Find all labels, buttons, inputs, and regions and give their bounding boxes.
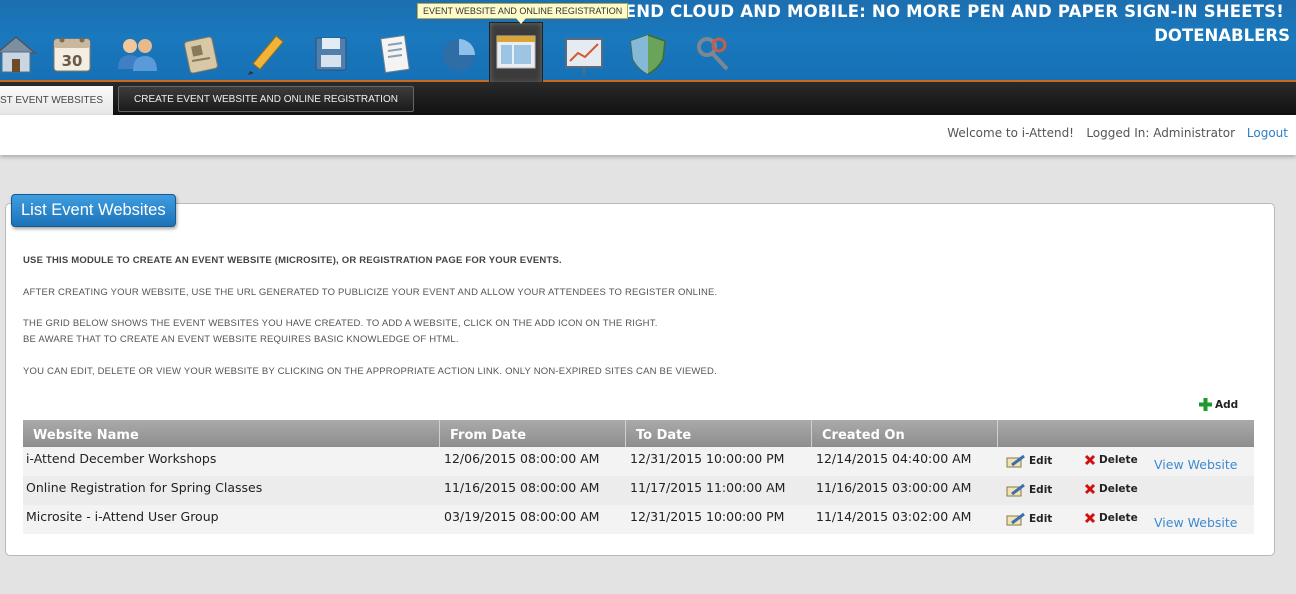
calendar-day-text: 30 — [62, 52, 83, 70]
to-date-cell: 11/17/2015 11:00:00 AM — [630, 480, 786, 495]
instruction-text: USE THIS MODULE TO CREATE AN EVENT WEBSI… — [23, 255, 562, 266]
logout-link[interactable]: Logout — [1247, 126, 1288, 140]
to-date-cell: 12/31/2015 10:00:00 PM — [630, 451, 785, 466]
document-icon[interactable] — [369, 30, 421, 78]
delete-label: Delete — [1099, 512, 1138, 524]
actions-cell: Edit Delete — [998, 476, 1254, 505]
users-icon[interactable] — [111, 30, 163, 78]
edit-label: Edit — [1029, 484, 1053, 496]
logged-in-text: Logged In: Administrator — [1086, 126, 1235, 140]
instruction-text: BE AWARE THAT TO CREATE AN EVENT WEBSITE… — [23, 334, 459, 345]
presentation-board-icon[interactable] — [558, 30, 610, 78]
website-name-cell: i-Attend December Workshops — [26, 451, 217, 466]
pencil-icon[interactable] — [239, 30, 291, 78]
delete-button[interactable]: Delete — [1084, 454, 1138, 466]
delete-label: Delete — [1099, 454, 1138, 466]
tab-create-event-website[interactable]: CREATE EVENT WEBSITE AND ONLINE REGISTRA… — [118, 86, 414, 112]
column-header-website-name[interactable]: Website Name — [23, 420, 440, 447]
from-date-cell: 11/16/2015 08:00:00 AM — [444, 480, 600, 495]
created-on-cell: 11/14/2015 03:02:00 AM — [816, 509, 972, 524]
column-header-to-date[interactable]: To Date — [626, 420, 812, 447]
view-website-link[interactable]: View Website — [1154, 457, 1237, 472]
edit-button[interactable]: Edit — [1006, 483, 1052, 497]
edit-label: Edit — [1029, 455, 1053, 467]
user-status-bar: Welcome to i-Attend! Logged In: Administ… — [0, 115, 1296, 155]
column-header-created-on[interactable]: Created On — [812, 420, 998, 447]
delete-x-icon — [1084, 483, 1096, 495]
tab-list-event-websites[interactable]: LIST EVENT WEBSITES — [0, 86, 113, 115]
home-icon[interactable] — [0, 30, 42, 78]
tab-list-label: LIST EVENT WEBSITES — [0, 95, 103, 106]
edit-button[interactable]: Edit — [1006, 512, 1052, 526]
brand-subtitle: DOTENABLERS — [1154, 26, 1290, 45]
table-row: Online Registration for Spring Classes 1… — [23, 476, 1254, 505]
actions-cell: Edit Delete View Website — [998, 447, 1254, 476]
from-date-cell: 03/19/2015 08:00:00 AM — [444, 509, 600, 524]
edit-pencil-icon — [1006, 483, 1025, 497]
table-row: i-Attend December Workshops 12/06/2015 0… — [23, 447, 1254, 476]
add-label: Add — [1215, 398, 1239, 411]
add-website-button[interactable]: Add — [1199, 398, 1239, 411]
created-on-cell: 11/16/2015 03:00:00 AM — [816, 480, 972, 495]
edit-button[interactable]: Edit — [1006, 454, 1052, 468]
created-on-cell: 12/14/2015 04:40:00 AM — [816, 451, 972, 466]
top-banner: I-ATTEND CLOUD AND MOBILE: NO MORE PEN A… — [0, 0, 1296, 84]
table-header: Website Name From Date To Date Created O… — [23, 420, 1254, 447]
edit-pencil-icon — [1006, 512, 1025, 526]
websites-table: Website Name From Date To Date Created O… — [23, 420, 1254, 534]
instruction-text: THE GRID BELOW SHOWS THE EVENT WEBSITES … — [23, 318, 658, 329]
delete-x-icon — [1084, 512, 1096, 524]
delete-button[interactable]: Delete — [1084, 483, 1138, 495]
from-date-cell: 12/06/2015 08:00:00 AM — [444, 451, 600, 466]
save-disk-icon[interactable] — [305, 30, 357, 78]
actions-cell: Edit Delete View Website — [998, 505, 1254, 534]
module-tab-strip: LIST EVENT WEBSITES CREATE EVENT WEBSITE… — [0, 82, 1296, 115]
plus-icon — [1199, 398, 1212, 411]
website-tooltip: EVENT WEBSITE AND ONLINE REGISTRATION — [417, 3, 629, 24]
edit-pencil-icon — [1006, 454, 1025, 468]
website-name-cell: Online Registration for Spring Classes — [26, 480, 263, 495]
instruction-text: YOU CAN EDIT, DELETE OR VIEW YOUR WEBSIT… — [23, 366, 717, 377]
shield-icon[interactable] — [622, 30, 674, 78]
pie-chart-icon[interactable] — [433, 30, 485, 78]
view-website-link[interactable]: View Website — [1154, 515, 1237, 530]
table-row: Microsite - i-Attend User Group 03/19/20… — [23, 505, 1254, 534]
keys-icon[interactable] — [688, 30, 740, 78]
edit-label: Edit — [1029, 513, 1053, 525]
panel-title: List Event Websites — [11, 194, 176, 227]
id-badge-icon[interactable] — [175, 30, 227, 78]
column-header-actions — [998, 420, 1254, 447]
brand-title: I-ATTEND CLOUD AND MOBILE: NO MORE PEN A… — [576, 2, 1284, 21]
to-date-cell: 12/31/2015 10:00:00 PM — [630, 509, 785, 524]
website-icon[interactable] — [489, 22, 543, 84]
website-name-cell: Microsite - i-Attend User Group — [26, 509, 219, 524]
column-header-from-date[interactable]: From Date — [440, 420, 626, 447]
delete-x-icon — [1084, 454, 1096, 466]
delete-button[interactable]: Delete — [1084, 512, 1138, 524]
instruction-text: AFTER CREATING YOUR WEBSITE, USE THE URL… — [23, 287, 718, 298]
welcome-text: Welcome to i-Attend! — [947, 126, 1074, 140]
delete-label: Delete — [1099, 483, 1138, 495]
calendar-icon[interactable]: 30 — [46, 30, 98, 78]
